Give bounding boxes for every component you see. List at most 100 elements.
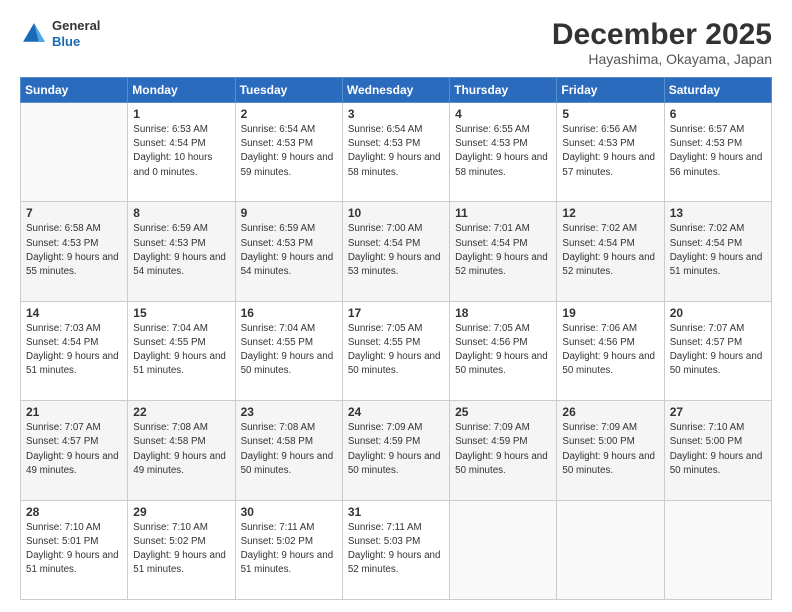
calendar-day-cell: 29 Sunrise: 7:10 AMSunset: 5:02 PMDayligh… — [128, 500, 235, 599]
day-number: 23 — [241, 405, 337, 419]
day-number: 31 — [348, 505, 444, 519]
day-info: Sunrise: 7:04 AMSunset: 4:55 PMDaylight:… — [133, 322, 229, 379]
day-info: Sunrise: 7:00 AMSunset: 4:54 PMDaylight:… — [348, 222, 444, 279]
logo-icon — [20, 20, 48, 48]
calendar-day-cell: 25 Sunrise: 7:09 AMSunset: 4:59 PMDayligh… — [450, 401, 557, 500]
day-info: Sunrise: 7:09 AMSunset: 5:00 PMDaylight:… — [562, 421, 658, 478]
day-of-week-header: Saturday — [664, 78, 771, 103]
day-info: Sunrise: 7:09 AMSunset: 4:59 PMDaylight:… — [455, 421, 551, 478]
day-number: 9 — [241, 206, 337, 220]
calendar-day-cell: 24 Sunrise: 7:09 AMSunset: 4:59 PMDayligh… — [342, 401, 449, 500]
day-info: Sunrise: 7:11 AMSunset: 5:02 PMDaylight:… — [241, 521, 337, 578]
logo-general: General — [52, 18, 100, 34]
calendar-day-cell: 4Sunrise: 6:55 AMSunset: 4:53 PMDaylight… — [450, 103, 557, 202]
day-info: Sunrise: 6:59 AMSunset: 4:53 PMDaylight:… — [133, 222, 229, 279]
main-title: December 2025 — [552, 18, 772, 51]
calendar-week-row: 21Sunrise: 7:07 AMSunset: 4:57 PMDayligh… — [21, 401, 772, 500]
calendar-day-cell: 19 Sunrise: 7:06 AMSunset: 4:56 PMDayligh… — [557, 301, 664, 400]
calendar-day-cell: 26 Sunrise: 7:09 AMSunset: 5:00 PMDayligh… — [557, 401, 664, 500]
calendar-day-cell: 3 Sunrise: 6:54 AMSunset: 4:53 PMDaylight… — [342, 103, 449, 202]
day-info: Sunrise: 7:07 AMSunset: 4:57 PMDaylight:… — [26, 421, 122, 478]
day-number: 7 — [26, 206, 122, 220]
day-number: 25 — [455, 405, 551, 419]
calendar-day-cell: 15 Sunrise: 7:04 AMSunset: 4:55 PMDayligh… — [128, 301, 235, 400]
day-info: Sunrise: 6:56 AMSunset: 4:53 PMDaylight:… — [562, 123, 658, 180]
day-number: 2 — [241, 107, 337, 121]
calendar-day-cell: 7Sunrise: 6:58 AMSunset: 4:53 PMDaylight… — [21, 202, 128, 301]
calendar-day-cell: 16 Sunrise: 7:04 AMSunset: 4:55 PMDayligh… — [235, 301, 342, 400]
day-info: Sunrise: 6:53 AMSunset: 4:54 PMDaylight:… — [133, 123, 229, 180]
day-info: Sunrise: 6:57 AMSunset: 4:53 PMDaylight:… — [670, 123, 766, 180]
day-info: Sunrise: 7:08 AMSunset: 4:58 PMDaylight:… — [133, 421, 229, 478]
day-number: 15 — [133, 306, 229, 320]
day-number: 14 — [26, 306, 122, 320]
day-info: Sunrise: 7:02 AMSunset: 4:54 PMDaylight:… — [562, 222, 658, 279]
day-info: Sunrise: 7:10 AMSunset: 5:00 PMDaylight:… — [670, 421, 766, 478]
day-number: 20 — [670, 306, 766, 320]
day-info: Sunrise: 7:04 AMSunset: 4:55 PMDaylight:… — [241, 322, 337, 379]
day-number: 12 — [562, 206, 658, 220]
calendar-day-cell: 18 Sunrise: 7:05 AMSunset: 4:56 PMDayligh… — [450, 301, 557, 400]
calendar-day-cell: 20Sunrise: 7:07 AMSunset: 4:57 PMDayligh… — [664, 301, 771, 400]
calendar-day-cell: 22 Sunrise: 7:08 AMSunset: 4:58 PMDayligh… — [128, 401, 235, 500]
day-of-week-header: Friday — [557, 78, 664, 103]
calendar-day-cell: 28Sunrise: 7:10 AMSunset: 5:01 PMDayligh… — [21, 500, 128, 599]
day-number: 26 — [562, 405, 658, 419]
logo-text: General Blue — [52, 18, 100, 49]
header: General Blue December 2025 Hayashima, Ok… — [20, 18, 772, 67]
day-number: 10 — [348, 206, 444, 220]
day-info: Sunrise: 7:01 AMSunset: 4:54 PMDaylight:… — [455, 222, 551, 279]
calendar-week-row: 14 Sunrise: 7:03 AMSunset: 4:54 PMDayligh… — [21, 301, 772, 400]
day-number: 24 — [348, 405, 444, 419]
calendar-day-cell: 14 Sunrise: 7:03 AMSunset: 4:54 PMDayligh… — [21, 301, 128, 400]
day-number: 19 — [562, 306, 658, 320]
calendar-day-cell: 21Sunrise: 7:07 AMSunset: 4:57 PMDayligh… — [21, 401, 128, 500]
day-info: Sunrise: 6:54 AMSunset: 4:53 PMDaylight:… — [241, 123, 337, 180]
day-info: Sunrise: 6:55 AMSunset: 4:53 PMDaylight:… — [455, 123, 551, 180]
day-info: Sunrise: 7:09 AMSunset: 4:59 PMDaylight:… — [348, 421, 444, 478]
day-number: 1 — [133, 107, 229, 121]
day-info: Sunrise: 7:06 AMSunset: 4:56 PMDaylight:… — [562, 322, 658, 379]
calendar-day-cell: 10 Sunrise: 7:00 AMSunset: 4:54 PMDayligh… — [342, 202, 449, 301]
day-number: 5 — [562, 107, 658, 121]
day-number: 30 — [241, 505, 337, 519]
calendar-header-row: SundayMondayTuesdayWednesdayThursdayFrid… — [21, 78, 772, 103]
day-number: 8 — [133, 206, 229, 220]
calendar-day-cell: 23 Sunrise: 7:08 AMSunset: 4:58 PMDayligh… — [235, 401, 342, 500]
day-number: 3 — [348, 107, 444, 121]
day-info: Sunrise: 6:59 AMSunset: 4:53 PMDaylight:… — [241, 222, 337, 279]
calendar-week-row: 28Sunrise: 7:10 AMSunset: 5:01 PMDayligh… — [21, 500, 772, 599]
calendar-day-cell: 9 Sunrise: 6:59 AMSunset: 4:53 PMDaylight… — [235, 202, 342, 301]
logo: General Blue — [20, 18, 100, 49]
calendar-day-cell: 5 Sunrise: 6:56 AMSunset: 4:53 PMDaylight… — [557, 103, 664, 202]
calendar-day-cell: 6 Sunrise: 6:57 AMSunset: 4:53 PMDaylight… — [664, 103, 771, 202]
day-info: Sunrise: 6:54 AMSunset: 4:53 PMDaylight:… — [348, 123, 444, 180]
calendar-day-cell: 2 Sunrise: 6:54 AMSunset: 4:53 PMDaylight… — [235, 103, 342, 202]
day-info: Sunrise: 7:08 AMSunset: 4:58 PMDaylight:… — [241, 421, 337, 478]
day-info: Sunrise: 7:02 AMSunset: 4:54 PMDaylight:… — [670, 222, 766, 279]
day-number: 22 — [133, 405, 229, 419]
sub-title: Hayashima, Okayama, Japan — [552, 51, 772, 67]
calendar-day-cell: 27 Sunrise: 7:10 AMSunset: 5:00 PMDayligh… — [664, 401, 771, 500]
day-info: Sunrise: 7:10 AMSunset: 5:02 PMDaylight:… — [133, 521, 229, 578]
calendar-day-cell: 17 Sunrise: 7:05 AMSunset: 4:55 PMDayligh… — [342, 301, 449, 400]
day-of-week-header: Sunday — [21, 78, 128, 103]
day-info: Sunrise: 7:05 AMSunset: 4:55 PMDaylight:… — [348, 322, 444, 379]
calendar-day-cell: 1 Sunrise: 6:53 AMSunset: 4:54 PMDaylight… — [128, 103, 235, 202]
day-info: Sunrise: 7:03 AMSunset: 4:54 PMDaylight:… — [26, 322, 122, 379]
day-number: 11 — [455, 206, 551, 220]
day-number: 27 — [670, 405, 766, 419]
calendar-week-row: 7Sunrise: 6:58 AMSunset: 4:53 PMDaylight… — [21, 202, 772, 301]
day-number: 13 — [670, 206, 766, 220]
calendar-day-cell: 13 Sunrise: 7:02 AMSunset: 4:54 PMDayligh… — [664, 202, 771, 301]
day-number: 29 — [133, 505, 229, 519]
day-of-week-header: Thursday — [450, 78, 557, 103]
day-info: Sunrise: 7:05 AMSunset: 4:56 PMDaylight:… — [455, 322, 551, 379]
day-of-week-header: Monday — [128, 78, 235, 103]
day-number: 6 — [670, 107, 766, 121]
day-number: 16 — [241, 306, 337, 320]
logo-blue: Blue — [52, 34, 100, 50]
day-number: 17 — [348, 306, 444, 320]
day-number: 18 — [455, 306, 551, 320]
calendar-week-row: 1 Sunrise: 6:53 AMSunset: 4:54 PMDaylight… — [21, 103, 772, 202]
